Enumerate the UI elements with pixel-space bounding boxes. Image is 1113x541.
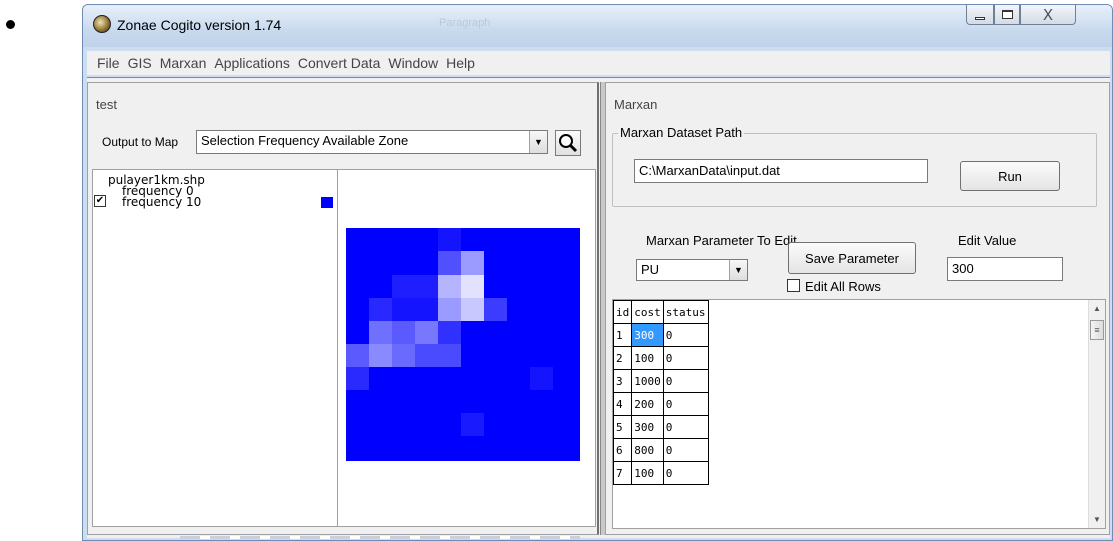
column-header-status[interactable]: status [662, 300, 709, 324]
table-cell-cost[interactable]: 1000 [631, 369, 664, 393]
marxan-panel-title: Marxan [614, 97, 658, 112]
column-header-id[interactable]: id [613, 300, 633, 324]
output-to-map-select[interactable]: Selection Frequency Available Zone ▼ [196, 130, 548, 154]
magnifier-icon [559, 134, 578, 153]
maximize-button[interactable] [994, 5, 1020, 25]
minimize-button[interactable] [966, 5, 994, 25]
table-cell-cost[interactable]: 800 [631, 438, 664, 462]
minimize-icon [975, 17, 985, 20]
data-grid: id cost status 1 300 0 2 100 0 3 1000 0 … [612, 299, 1106, 529]
edit-value-label: Edit Value [958, 233, 1017, 248]
parameter-value: PU [641, 262, 660, 277]
table-cell-status[interactable]: 0 [662, 415, 709, 439]
table-row: 2 100 0 [613, 346, 709, 370]
app-window: Zonae Cogito version 1.74 Paragraph X Fi… [82, 4, 1113, 541]
menu-window[interactable]: Window [388, 55, 438, 71]
table-row: 6 800 0 [613, 438, 709, 462]
table-row: 4 200 0 [613, 392, 709, 416]
marxan-panel: Marxan Marxan Dataset Path C:\MarxanData… [605, 82, 1110, 535]
zoom-button[interactable] [555, 130, 581, 156]
table-cell-id[interactable]: 5 [613, 415, 633, 439]
table-cell-cost[interactable]: 300 [631, 323, 664, 347]
menu-convert-data[interactable]: Convert Data [298, 55, 380, 71]
table-cell-cost[interactable]: 100 [631, 461, 664, 485]
layer-legend [92, 169, 338, 527]
menu-gis[interactable]: GIS [128, 55, 152, 71]
run-button[interactable]: Run [960, 161, 1060, 191]
table-cell-status[interactable]: 0 [662, 438, 709, 462]
table-row: 5 300 0 [613, 415, 709, 439]
chevron-down-icon[interactable]: ▼ [729, 260, 747, 280]
table-cell-status[interactable]: 0 [662, 323, 709, 347]
table-cell-cost[interactable]: 100 [631, 346, 664, 370]
scroll-up-icon[interactable]: ▲ [1089, 300, 1105, 317]
dataset-path-label: Marxan Dataset Path [618, 125, 745, 140]
maximize-icon [1001, 10, 1013, 19]
table-cell-id[interactable]: 1 [613, 323, 633, 347]
table-cell-status[interactable]: 0 [662, 392, 709, 416]
table-cell-cost[interactable]: 200 [631, 392, 664, 416]
table-cell-id[interactable]: 7 [613, 461, 633, 485]
edit-all-rows-label: Edit All Rows [805, 279, 881, 294]
table-row: 3 1000 0 [613, 369, 709, 393]
save-parameter-button[interactable]: Save Parameter [788, 242, 916, 274]
menu-marxan[interactable]: Marxan [160, 55, 207, 71]
close-icon: X [1042, 5, 1054, 24]
map-panel-title: test [96, 97, 117, 112]
map-panel: test Output to Map Selection Frequency A… [87, 82, 599, 535]
menu-bar: File GIS Marxan Applications Convert Dat… [87, 51, 1110, 75]
menu-file[interactable]: File [97, 55, 120, 71]
menu-applications[interactable]: Applications [214, 55, 290, 71]
menu-help[interactable]: Help [446, 55, 475, 71]
table-cell-id[interactable]: 6 [613, 438, 633, 462]
edit-all-rows-checkbox[interactable] [787, 279, 800, 292]
grid-vertical-scrollbar[interactable]: ▲ ≡ ▼ [1088, 300, 1105, 528]
table-cell-id[interactable]: 3 [613, 369, 633, 393]
table-cell-status[interactable]: 0 [662, 461, 709, 485]
parameter-to-edit-label: Marxan Parameter To Edit [646, 233, 797, 248]
close-button[interactable]: X [1020, 5, 1076, 25]
selection-frequency-map [346, 228, 580, 461]
table-cell-cost[interactable]: 300 [631, 415, 664, 439]
output-to-map-label: Output to Map [102, 135, 179, 149]
layer-visibility-checkbox[interactable]: ✔ [94, 195, 106, 207]
legend-swatch-frequency-10 [321, 197, 333, 208]
title-bar[interactable]: Zonae Cogito version 1.74 Paragraph X [83, 5, 1112, 47]
bullet-point [6, 20, 15, 29]
scrollbar-thumb[interactable]: ≡ [1090, 320, 1104, 340]
parameter-select[interactable]: PU ▼ [636, 259, 748, 281]
column-header-cost[interactable]: cost [631, 300, 664, 324]
table-row: 7 100 0 [613, 461, 709, 485]
background-window-title: Paragraph [439, 17, 491, 29]
dataset-path-input[interactable]: C:\MarxanData\input.dat [634, 159, 928, 183]
taskbar-fragment [180, 536, 580, 539]
table-row: 1 300 0 [613, 323, 709, 347]
table-cell-status[interactable]: 0 [662, 346, 709, 370]
table-header-row: id cost status [613, 300, 709, 324]
window-title: Zonae Cogito version 1.74 [117, 17, 282, 33]
scroll-down-icon[interactable]: ▼ [1089, 511, 1105, 528]
edit-value-input[interactable]: 300 [947, 257, 1063, 281]
mdi-client-area: test Output to Map Selection Frequency A… [87, 77, 1110, 538]
app-icon[interactable] [93, 15, 111, 33]
table-cell-id[interactable]: 4 [613, 392, 633, 416]
table-cell-status[interactable]: 0 [662, 369, 709, 393]
legend-label-frequency-10: frequency 10 [122, 195, 202, 209]
output-to-map-value: Selection Frequency Available Zone [201, 133, 409, 148]
data-table: id cost status 1 300 0 2 100 0 3 1000 0 … [613, 300, 709, 485]
map-view[interactable] [338, 169, 596, 527]
chevron-down-icon[interactable]: ▼ [529, 131, 547, 153]
table-cell-id[interactable]: 2 [613, 346, 633, 370]
